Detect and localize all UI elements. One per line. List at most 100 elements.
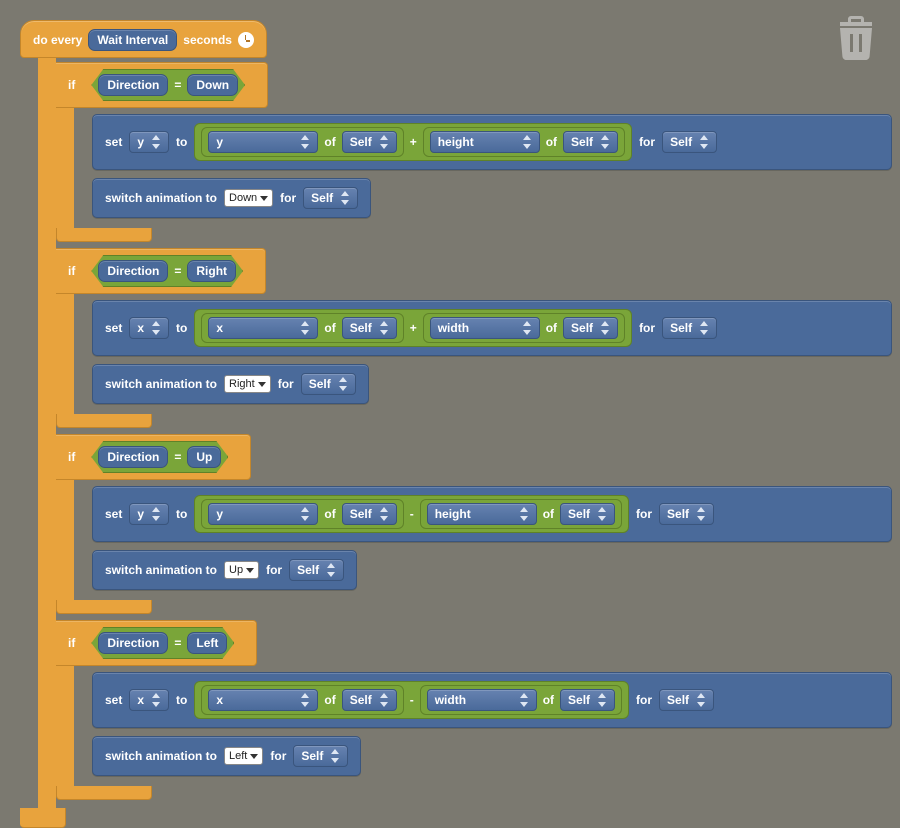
- attr-dropdown[interactable]: width: [430, 317, 540, 339]
- object-dropdown[interactable]: Self: [563, 131, 618, 153]
- object-dropdown[interactable]: Self: [342, 131, 397, 153]
- set-block[interactable]: set y to y of Self + height of Self: [92, 114, 892, 170]
- condition-hex[interactable]: Direction = Up: [91, 441, 228, 473]
- for-keyword: for: [270, 749, 286, 763]
- attr-dropdown[interactable]: x: [208, 689, 318, 711]
- switch-animation-block[interactable]: switch animation to Left for Self: [92, 736, 361, 776]
- animation-select[interactable]: Down: [224, 189, 273, 207]
- direction-var[interactable]: Direction: [98, 74, 168, 96]
- for-object-dropdown[interactable]: Self: [659, 503, 714, 525]
- attr-of-reporter[interactable]: x of Self: [201, 313, 403, 343]
- expression-reporter[interactable]: x of Self - width of Self: [194, 681, 629, 719]
- direction-value[interactable]: Up: [187, 446, 221, 468]
- for-object-dropdown[interactable]: Self: [662, 131, 717, 153]
- set-keyword: set: [105, 507, 122, 521]
- for-object-dropdown[interactable]: Self: [662, 317, 717, 339]
- of-keyword: of: [324, 507, 335, 521]
- updown-icon: [152, 135, 161, 149]
- attr-of-reporter[interactable]: y of Self: [201, 127, 403, 157]
- switch-animation-block[interactable]: switch animation to Down for Self: [92, 178, 371, 218]
- direction-value[interactable]: Right: [187, 260, 236, 282]
- for-keyword: for: [636, 693, 652, 707]
- updown-icon: [339, 377, 348, 391]
- math-op: +: [410, 135, 417, 149]
- equals-op: =: [174, 450, 181, 464]
- set-target-dropdown[interactable]: x: [129, 689, 169, 711]
- direction-value[interactable]: Left: [187, 632, 227, 654]
- object-dropdown[interactable]: Self: [342, 689, 397, 711]
- attr-of-reporter[interactable]: y of Self: [201, 499, 403, 529]
- wait-interval-slot[interactable]: Wait Interval: [88, 29, 177, 51]
- attr-of-reporter[interactable]: x of Self: [201, 685, 403, 715]
- condition-hex[interactable]: Direction = Right: [91, 255, 243, 287]
- set-block[interactable]: set x to x of Self + width of Self: [92, 300, 892, 356]
- if-body: set y to y of Self + height of Self: [56, 108, 880, 228]
- chevron-down-icon: [260, 196, 268, 201]
- event-body: if Direction = Down set y to y of Self +: [38, 58, 880, 808]
- to-keyword: to: [176, 693, 187, 707]
- object-dropdown[interactable]: Self: [560, 689, 615, 711]
- attr-of-reporter[interactable]: height of Self: [420, 499, 622, 529]
- chevron-down-icon: [250, 754, 258, 759]
- condition-hex[interactable]: Direction = Left: [91, 627, 234, 659]
- condition-hex[interactable]: Direction = Down: [91, 69, 245, 101]
- object-dropdown[interactable]: Self: [560, 503, 615, 525]
- attr-dropdown[interactable]: y: [208, 131, 318, 153]
- direction-value[interactable]: Down: [187, 74, 238, 96]
- if-block[interactable]: if Direction = Right: [56, 248, 266, 294]
- trash-icon[interactable]: [832, 14, 880, 65]
- attr-dropdown[interactable]: x: [208, 317, 318, 339]
- for-object-dropdown[interactable]: Self: [293, 745, 348, 767]
- event-footer: [20, 808, 66, 828]
- for-object-dropdown[interactable]: Self: [659, 689, 714, 711]
- attr-dropdown[interactable]: height: [430, 131, 540, 153]
- attr-of-reporter[interactable]: height of Self: [423, 127, 625, 157]
- switch-animation-block[interactable]: switch animation to Up for Self: [92, 550, 357, 590]
- set-target-dropdown[interactable]: y: [129, 503, 169, 525]
- updown-icon: [380, 693, 389, 707]
- of-keyword: of: [543, 693, 554, 707]
- object-dropdown[interactable]: Self: [563, 317, 618, 339]
- event-hat-block[interactable]: do every Wait Interval seconds: [20, 20, 267, 58]
- set-target-dropdown[interactable]: y: [129, 131, 169, 153]
- animation-select[interactable]: Right: [224, 375, 271, 393]
- math-op: +: [410, 321, 417, 335]
- attr-of-reporter[interactable]: width of Self: [420, 685, 622, 715]
- updown-icon: [301, 693, 310, 707]
- equals-op: =: [174, 78, 181, 92]
- attr-dropdown[interactable]: y: [208, 503, 318, 525]
- if-block[interactable]: if Direction = Down: [56, 62, 268, 108]
- direction-var[interactable]: Direction: [98, 446, 168, 468]
- updown-icon: [380, 135, 389, 149]
- for-keyword: for: [639, 321, 655, 335]
- object-dropdown[interactable]: Self: [342, 317, 397, 339]
- expression-reporter[interactable]: x of Self + width of Self: [194, 309, 632, 347]
- animation-select[interactable]: Up: [224, 561, 259, 579]
- set-block[interactable]: set x to x of Self - width of Self: [92, 672, 892, 728]
- object-dropdown[interactable]: Self: [342, 503, 397, 525]
- for-object-dropdown[interactable]: Self: [289, 559, 344, 581]
- for-object-dropdown[interactable]: Self: [301, 373, 356, 395]
- switch-animation-block[interactable]: switch animation to Right for Self: [92, 364, 369, 404]
- direction-var[interactable]: Direction: [98, 632, 168, 654]
- switch-label: switch animation to: [105, 191, 217, 205]
- if-block[interactable]: if Direction = Up: [56, 434, 251, 480]
- set-block[interactable]: set y to y of Self - height of Self: [92, 486, 892, 542]
- updown-icon: [523, 321, 532, 335]
- for-object-dropdown[interactable]: Self: [303, 187, 358, 209]
- block-canvas[interactable]: do every Wait Interval seconds if Direct…: [0, 0, 900, 789]
- if-footer: [56, 600, 152, 614]
- switch-label: switch animation to: [105, 749, 217, 763]
- animation-select[interactable]: Left: [224, 747, 263, 765]
- direction-var[interactable]: Direction: [98, 260, 168, 282]
- updown-icon: [331, 749, 340, 763]
- if-block[interactable]: if Direction = Left: [56, 620, 257, 666]
- set-target-dropdown[interactable]: x: [129, 317, 169, 339]
- attr-of-reporter[interactable]: width of Self: [423, 313, 625, 343]
- updown-icon: [152, 507, 161, 521]
- attr-dropdown[interactable]: width: [427, 689, 537, 711]
- expression-reporter[interactable]: y of Self + height of Self: [194, 123, 632, 161]
- attr-dropdown[interactable]: height: [427, 503, 537, 525]
- expression-reporter[interactable]: y of Self - height of Self: [194, 495, 629, 533]
- if-body: set y to y of Self - height of Self: [56, 480, 880, 600]
